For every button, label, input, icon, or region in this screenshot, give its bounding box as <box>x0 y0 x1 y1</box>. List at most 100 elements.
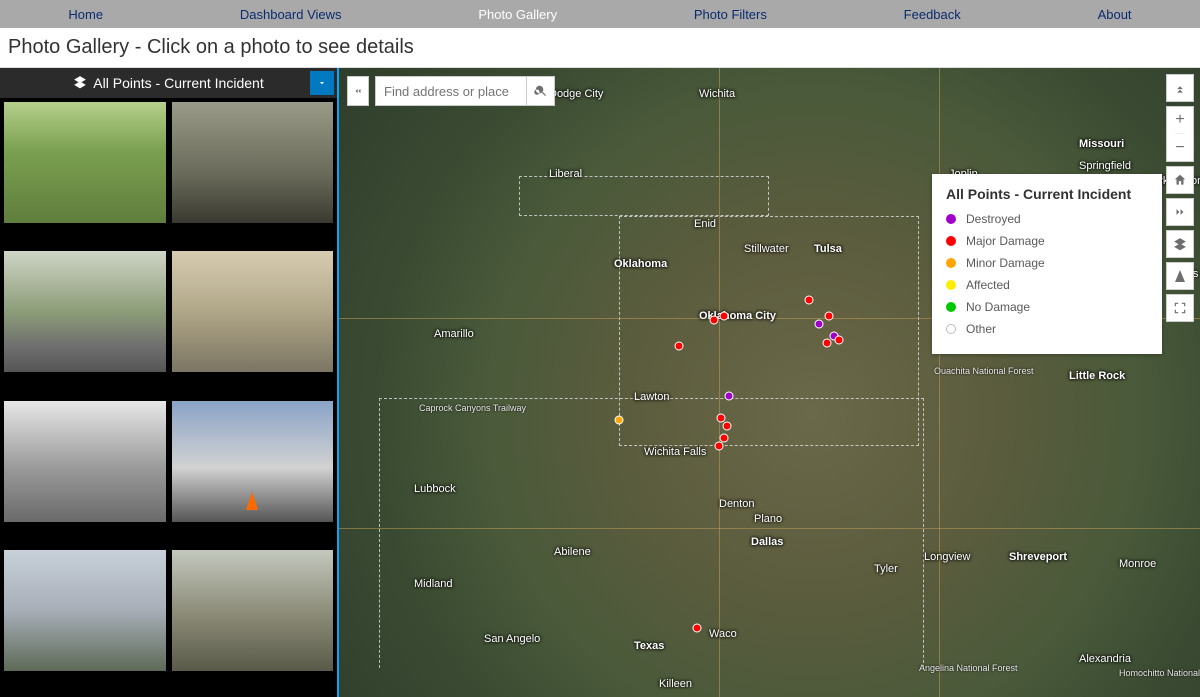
photo-grid <box>0 98 337 697</box>
legend-row: Minor Damage <box>946 256 1148 270</box>
city-label: Monroe <box>1119 558 1156 570</box>
chevron-down-icon <box>317 78 327 88</box>
compass-icon <box>1175 270 1185 282</box>
city-label: Killeen <box>659 678 692 690</box>
nav-home[interactable]: Home <box>58 7 113 22</box>
layers-icon <box>73 75 87 92</box>
incident-point[interactable] <box>615 416 624 425</box>
collapse-legend-button[interactable] <box>1166 74 1194 102</box>
map-search <box>347 76 555 106</box>
search-input[interactable] <box>376 77 526 105</box>
incident-point[interactable] <box>835 336 844 345</box>
legend-label: Other <box>966 322 996 336</box>
next-extent-button[interactable] <box>1166 198 1194 226</box>
basemap-button[interactable] <box>1166 230 1194 258</box>
compass-button[interactable] <box>1166 262 1194 290</box>
layers-icon <box>1173 237 1187 251</box>
nav-about[interactable]: About <box>1088 7 1142 22</box>
legend-swatch-no-damage <box>946 302 956 312</box>
map[interactable]: Dodge CityWichitaLiberalJoplinMissouriSp… <box>339 68 1200 697</box>
forest-label: Angelina National Forest <box>919 663 1018 673</box>
forest-label: Caprock Canyons Trailway <box>419 403 526 413</box>
search-icon <box>534 84 548 98</box>
nav-photo-filters[interactable]: Photo Filters <box>684 7 777 22</box>
minus-icon: − <box>1175 140 1184 156</box>
city-label: Stillwater <box>744 243 789 255</box>
nav-dashboard-views[interactable]: Dashboard Views <box>230 7 352 22</box>
city-label: Wichita Falls <box>644 446 706 458</box>
incident-point[interactable] <box>675 342 684 351</box>
incident-point[interactable] <box>723 422 732 431</box>
home-extent-button[interactable] <box>1166 166 1194 194</box>
photo-sidebar: All Points - Current Incident <box>0 68 339 697</box>
city-label: Enid <box>694 218 716 230</box>
photo-thumb[interactable] <box>172 401 334 522</box>
sidebar-expand-button[interactable] <box>310 71 334 95</box>
nav-photo-gallery[interactable]: Photo Gallery <box>468 7 567 22</box>
legend-title: All Points - Current Incident <box>946 186 1148 202</box>
chevron-right-double-icon <box>1173 205 1187 219</box>
city-label: Tulsa <box>814 243 842 255</box>
legend-swatch-minor <box>946 258 956 268</box>
zoom-in-button[interactable]: + <box>1175 107 1184 134</box>
incident-point[interactable] <box>805 296 814 305</box>
city-label: Denton <box>719 498 754 510</box>
fullscreen-button[interactable] <box>1166 294 1194 322</box>
traffic-cone-icon <box>246 492 258 510</box>
photo-thumb[interactable] <box>172 102 334 223</box>
legend-swatch-other <box>946 324 956 334</box>
city-label: Amarillo <box>434 328 474 340</box>
incident-point[interactable] <box>710 316 719 325</box>
chevron-left-double-icon <box>353 86 363 96</box>
city-label: Little Rock <box>1069 370 1125 382</box>
legend-label: Destroyed <box>966 212 1021 226</box>
city-label: Longview <box>924 551 970 563</box>
forest-label: Ouachita National Forest <box>934 366 1034 376</box>
photo-thumb[interactable] <box>4 401 166 522</box>
collapse-sidebar-button[interactable] <box>347 76 369 106</box>
incident-point[interactable] <box>720 312 729 321</box>
legend-label: Affected <box>966 278 1010 292</box>
road-line <box>719 68 720 697</box>
city-label: Shreveport <box>1009 551 1067 563</box>
legend-label: Minor Damage <box>966 256 1045 270</box>
incident-point[interactable] <box>823 339 832 348</box>
zoom-out-button[interactable]: − <box>1175 134 1184 161</box>
map-tools: + − <box>1166 74 1194 322</box>
city-label: Abilene <box>554 546 591 558</box>
photo-thumb[interactable] <box>4 102 166 223</box>
photo-thumb[interactable] <box>4 550 166 671</box>
legend-row: Other <box>946 322 1148 336</box>
map-legend: All Points - Current Incident Destroyed … <box>932 174 1162 354</box>
page-title: Photo Gallery - Click on a photo to see … <box>0 28 1200 68</box>
legend-row: Major Damage <box>946 234 1148 248</box>
incident-point[interactable] <box>815 320 824 329</box>
city-label: Lubbock <box>414 483 456 495</box>
incident-point[interactable] <box>715 442 724 451</box>
incident-point[interactable] <box>825 312 834 321</box>
incident-point[interactable] <box>693 624 702 633</box>
fullscreen-icon <box>1173 301 1187 315</box>
state-border <box>379 398 924 668</box>
city-label: Texas <box>634 640 664 652</box>
sidebar-title: All Points - Current Incident <box>93 75 263 91</box>
search-button[interactable] <box>526 77 554 105</box>
search-box <box>375 76 555 106</box>
photo-thumb[interactable] <box>172 251 334 372</box>
legend-swatch-major <box>946 236 956 246</box>
road-line <box>339 528 1200 529</box>
legend-row: No Damage <box>946 300 1148 314</box>
sidebar-header: All Points - Current Incident <box>0 68 337 98</box>
legend-swatch-affected <box>946 280 956 290</box>
city-label: Alexandria <box>1079 653 1131 665</box>
city-label: Waco <box>709 628 737 640</box>
photo-thumb[interactable] <box>4 251 166 372</box>
incident-point[interactable] <box>725 392 734 401</box>
city-label: Wichita <box>699 88 735 100</box>
city-label: Dallas <box>751 536 783 548</box>
nav-feedback[interactable]: Feedback <box>894 7 971 22</box>
city-label: Tyler <box>874 563 898 575</box>
forest-label: Homochitto National Forest <box>1119 668 1200 678</box>
photo-thumb[interactable] <box>172 550 334 671</box>
city-label: Oklahoma <box>614 258 667 270</box>
